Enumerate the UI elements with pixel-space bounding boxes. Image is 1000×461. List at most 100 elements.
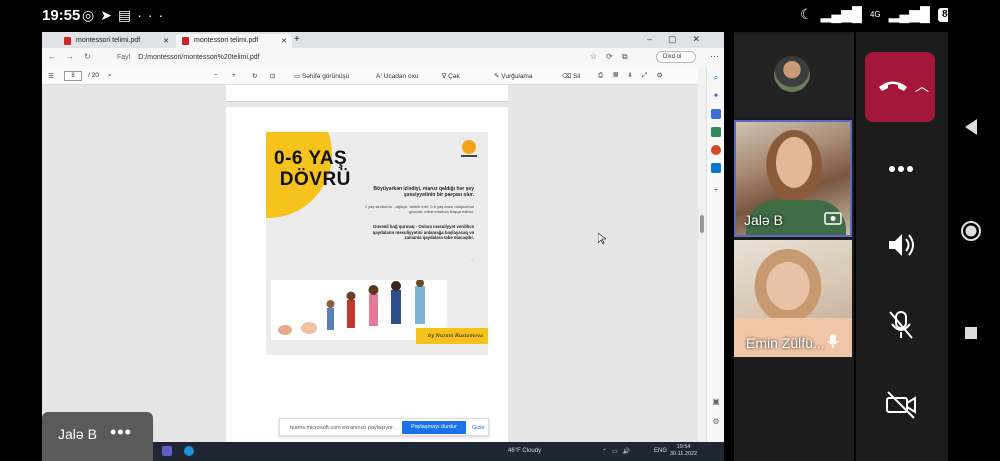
language-indicator[interactable]: ENG xyxy=(654,448,667,454)
hang-up-icon xyxy=(879,81,907,91)
page-number-input[interactable]: 8 xyxy=(64,71,82,81)
pdf-action-icons[interactable]: ⎙▤⇩⤢⚙ xyxy=(598,72,672,80)
microphone-off-icon xyxy=(889,311,913,339)
slide-title: 0-6 YAŞ DÖVRÜ xyxy=(274,148,351,190)
tools-icon[interactable] xyxy=(711,109,721,119)
system-tray-icons[interactable]: ⌃▭🔊 xyxy=(602,448,635,455)
whatsapp-icon: ◎ xyxy=(82,7,101,23)
address-bar: ←→↻ Fayl D:/montessori/montessori%20telim… xyxy=(42,48,724,67)
slide-paragraph-bold: Güvənli bağ qurmaq - Onlara məsuliyyət v… xyxy=(372,224,474,240)
do-not-disturb-icon: ☾ xyxy=(800,6,813,22)
profile-button[interactable]: Dixd ol xyxy=(656,51,697,63)
search-icon[interactable]: ⌕ xyxy=(711,73,721,83)
read-aloud-button[interactable]: A⁾ Ucadan oxu xyxy=(376,72,418,80)
participant-name: Jalə B xyxy=(744,212,783,228)
android-nav-bar xyxy=(948,0,1000,461)
new-tab-button[interactable]: + xyxy=(294,34,300,45)
participant-name: Emin Zülfü... xyxy=(746,335,825,351)
contents-icon[interactable]: ☰ xyxy=(48,72,54,80)
call-controls: ︿ xyxy=(856,32,948,461)
close-icon[interactable]: ✕ xyxy=(163,37,169,45)
teams-icon[interactable] xyxy=(162,446,172,456)
zoom-in-button[interactable]: + xyxy=(232,72,236,79)
signal-icon-2: ▂▄▆█ xyxy=(888,6,930,22)
end-call-button[interactable]: ︿ xyxy=(865,52,935,122)
slide: 0-6 YAŞ DÖVRÜ Böyüyərkən izlədiyi, maruz… xyxy=(266,132,488,355)
recents-button[interactable] xyxy=(964,326,978,340)
rotate-icon[interactable]: ↻ xyxy=(252,72,257,80)
pdf-icon xyxy=(64,37,71,45)
stop-sharing-button[interactable]: Paylaşmayı durdur xyxy=(402,421,466,434)
sparkle-icon[interactable]: ✦ xyxy=(711,91,721,101)
participant-face xyxy=(766,130,822,202)
more-notifications-icon: ··· xyxy=(137,7,170,23)
notification-icons: ◎➤▤··· xyxy=(82,7,169,24)
sidebar-toggle-icon[interactable]: ▣ xyxy=(711,397,721,407)
zoom-out-button[interactable]: − xyxy=(214,72,218,79)
status-right: ☾ ▂▄▆█ 4G ▂▄▆█ 87 xyxy=(800,6,958,23)
slide-paragraph: 2 yaş sindromu - ağlayır, tantrik edir. … xyxy=(364,204,474,214)
fit-icon[interactable]: ⊡ xyxy=(270,72,275,80)
search-icon[interactable]: ⌕ xyxy=(108,72,112,80)
more-options-icon[interactable]: ••• xyxy=(110,422,132,443)
page-view-button[interactable]: ▭ Səhifə görünüşü xyxy=(294,72,349,80)
pdf-toolbar: ☰ 8 / 20 ⌕ − + ↻ ⊡ ▭ Səhifə görünüşü A⁾ … xyxy=(42,67,698,85)
screen-share-bar: teams.microsoft.com ekranınızı paylaşıyo… xyxy=(279,418,489,436)
more-icon[interactable]: ··· xyxy=(710,51,719,61)
settings-icon[interactable]: ⚙ xyxy=(711,417,721,427)
participant-video[interactable]: Emin Zülfü... xyxy=(734,240,852,357)
add-icon[interactable]: + xyxy=(711,185,721,195)
edge-icon[interactable] xyxy=(184,446,194,456)
file-label: Fayl xyxy=(117,54,131,61)
mouse-cursor-icon xyxy=(598,233,606,245)
slide-lead: Böyüyərkən izlədiyi, maruz qaldığı hər ş… xyxy=(373,186,474,198)
participants-panel: Jalə B Emin Zülfü... xyxy=(734,32,854,461)
status-bar: 19:55 ◎➤▤··· ☾ ▂▄▆█ 4G ▂▄▆█ 87 xyxy=(0,0,1000,32)
browser-tab-bar: montessori telimi.pdf ✕ montessori telim… xyxy=(42,32,724,48)
highlight-button[interactable]: ✎ Vurğulama xyxy=(494,72,532,80)
window-controls[interactable]: –▢✕ xyxy=(647,34,716,45)
self-view-tile[interactable]: Jalə B ••• xyxy=(42,412,153,461)
back-button[interactable] xyxy=(964,118,978,136)
participant-face xyxy=(752,246,824,326)
pdf-scrollbar[interactable] xyxy=(698,85,706,442)
tab-label: montessori telimi.pdf xyxy=(194,37,259,44)
participant-avatar-tile[interactable] xyxy=(734,34,854,118)
self-name: Jalə B xyxy=(58,426,97,442)
mute-button[interactable] xyxy=(884,308,918,342)
more-options-button[interactable] xyxy=(884,152,918,186)
shared-screen: montessori telimi.pdf ✕ montessori telim… xyxy=(42,32,724,461)
hide-button[interactable]: Gizle xyxy=(472,425,485,431)
browser-tab-active[interactable]: montessori telimi.pdf ✕ xyxy=(176,34,292,48)
participant-video-active[interactable]: Jalə B xyxy=(734,120,852,237)
draw-button[interactable]: ∇ Çək xyxy=(442,72,460,80)
url-field[interactable]: Fayl D:/montessori/montessori%20telimi.pd… xyxy=(117,54,260,61)
close-icon[interactable]: ✕ xyxy=(281,37,287,45)
url-text: D:/montessori/montessori%20telimi.pdf xyxy=(138,54,260,61)
office-icon[interactable] xyxy=(711,145,721,155)
nav-buttons[interactable]: ←→↻ xyxy=(48,52,101,61)
outlook-icon[interactable] xyxy=(711,163,721,173)
screen-share-icon xyxy=(824,211,842,227)
erase-button[interactable]: ⌫ Sil xyxy=(562,72,580,80)
home-button[interactable] xyxy=(960,220,982,242)
weather-widget[interactable]: 46°F Cloudy xyxy=(508,448,541,454)
signal-icon: ▂▄▆█ xyxy=(820,6,862,22)
speaker-button[interactable] xyxy=(884,228,918,262)
pdf-viewer: 0-6 YAŞ DÖVRÜ Böyüyərkən izlədiyi, maruz… xyxy=(42,85,698,447)
logo-icon xyxy=(461,140,477,157)
taskbar-clock[interactable]: 19:54 30.11.2022 xyxy=(670,444,697,458)
previous-page xyxy=(226,85,508,102)
avatar xyxy=(774,56,810,92)
browser-tab[interactable]: montessori telimi.pdf ✕ xyxy=(58,34,174,48)
signature: by Nurani Rustamova xyxy=(416,328,488,344)
pdf-icon xyxy=(182,37,189,45)
scroll-thumb[interactable] xyxy=(700,215,704,233)
chevron-up-icon[interactable]: ︿ xyxy=(915,76,929,96)
browser-action-icons[interactable]: ☆⟳⧉ xyxy=(590,52,637,62)
share-message: teams.microsoft.com ekranınızı paylaşıyo… xyxy=(290,425,395,431)
camera-button[interactable] xyxy=(884,388,918,422)
tab-label: montessori telimi.pdf xyxy=(76,37,141,44)
shopping-icon[interactable] xyxy=(711,127,721,137)
status-time: 19:55 xyxy=(42,7,81,24)
